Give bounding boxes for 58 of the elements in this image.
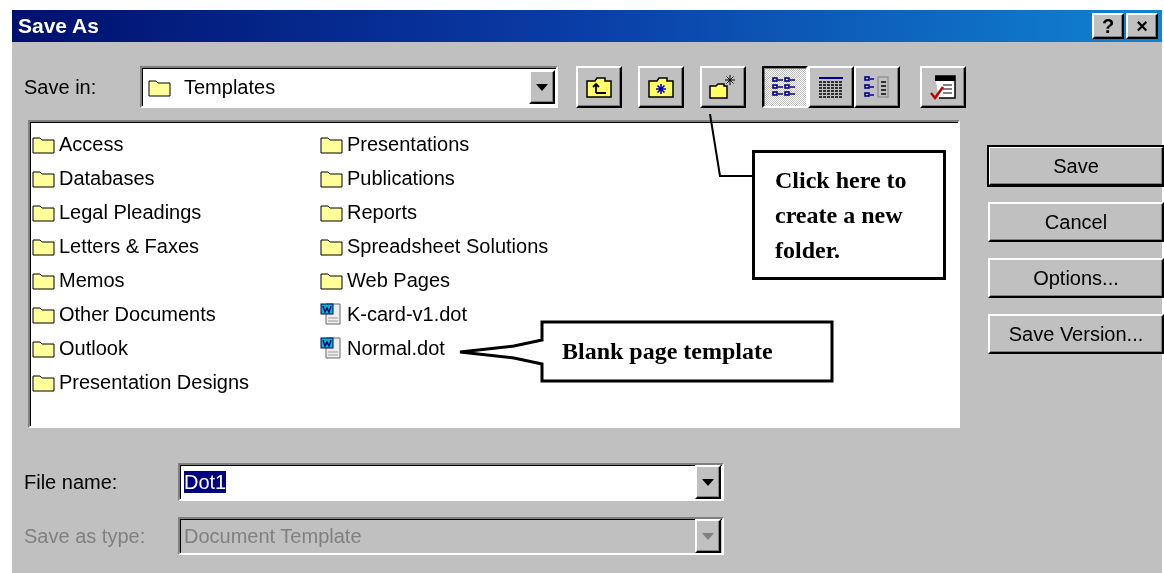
dialog-button[interactable]: Options... [988, 258, 1164, 298]
dialog-button[interactable]: Save Version... [988, 314, 1164, 354]
save-as-type-label: Save as type: [24, 524, 147, 548]
folder-icon [32, 236, 56, 256]
save-in-label: Save in: [24, 75, 98, 99]
dropdown-arrow-icon [702, 478, 714, 486]
callout-text: Blank page template [562, 337, 773, 366]
file-name-label: File name: [24, 470, 119, 494]
folder-name[interactable]: Other Documents [58, 302, 217, 326]
folder-icon [320, 168, 344, 188]
folder-icon [32, 304, 56, 324]
tools-icon [929, 73, 957, 101]
folder-icon [320, 236, 344, 256]
file-name[interactable]: Normal.dot [346, 336, 446, 360]
close-button[interactable]: × [1126, 13, 1158, 39]
folder-icon [32, 372, 56, 392]
folder-icon [32, 270, 56, 290]
folder-star-icon [648, 75, 674, 99]
folder-name[interactable]: Publications [346, 166, 456, 190]
dialog-button[interactable]: Save [988, 146, 1164, 186]
folder-icon [32, 202, 56, 222]
folder-name[interactable]: Legal Pleadings [58, 200, 203, 224]
folder-name[interactable]: Outlook [58, 336, 129, 360]
dropdown-button[interactable] [529, 70, 555, 104]
dropdown-button[interactable] [695, 465, 721, 499]
document-icon [320, 302, 344, 326]
folder-name[interactable]: Spreadsheet Solutions [346, 234, 550, 258]
folder-icon [320, 202, 344, 222]
folder-name[interactable]: Access [58, 132, 125, 156]
folder-name[interactable]: Letters & Faxes [58, 234, 201, 258]
callout-text: Click here to create a new folder. [775, 166, 907, 265]
toolbar-button[interactable] [762, 66, 808, 108]
dialog-button[interactable]: Cancel [988, 202, 1164, 242]
folder-name[interactable]: Web Pages [346, 268, 452, 292]
properties-view-icon [863, 75, 891, 99]
folder-icon [148, 77, 172, 97]
details-view-icon [817, 75, 845, 99]
dropdown-button[interactable] [695, 519, 721, 553]
folder-icon [32, 134, 56, 154]
dropdown-arrow-icon [702, 532, 714, 540]
folder-icon [320, 134, 344, 154]
new-folder-icon [709, 74, 737, 100]
folder-name[interactable]: Presentations [346, 132, 471, 156]
help-button[interactable]: ? [1092, 13, 1124, 39]
folder-name[interactable]: Reports [346, 200, 419, 224]
folder-icon [32, 168, 56, 188]
save-in-dropdown[interactable]: Templates [140, 66, 558, 108]
up-folder-icon [586, 75, 612, 99]
window-title: Save As [18, 14, 100, 38]
folder-name[interactable]: Memos [58, 268, 126, 292]
folder-name[interactable]: Databases [58, 166, 156, 190]
file-name[interactable]: K-card-v1.dot [346, 302, 469, 326]
folder-icon [32, 338, 56, 358]
file-name-field[interactable]: Dot1 [178, 463, 724, 501]
folder-icon [320, 270, 344, 290]
document-icon [320, 336, 344, 360]
dropdown-arrow-icon [536, 83, 548, 91]
folder-name[interactable]: Presentation Designs [58, 370, 251, 394]
